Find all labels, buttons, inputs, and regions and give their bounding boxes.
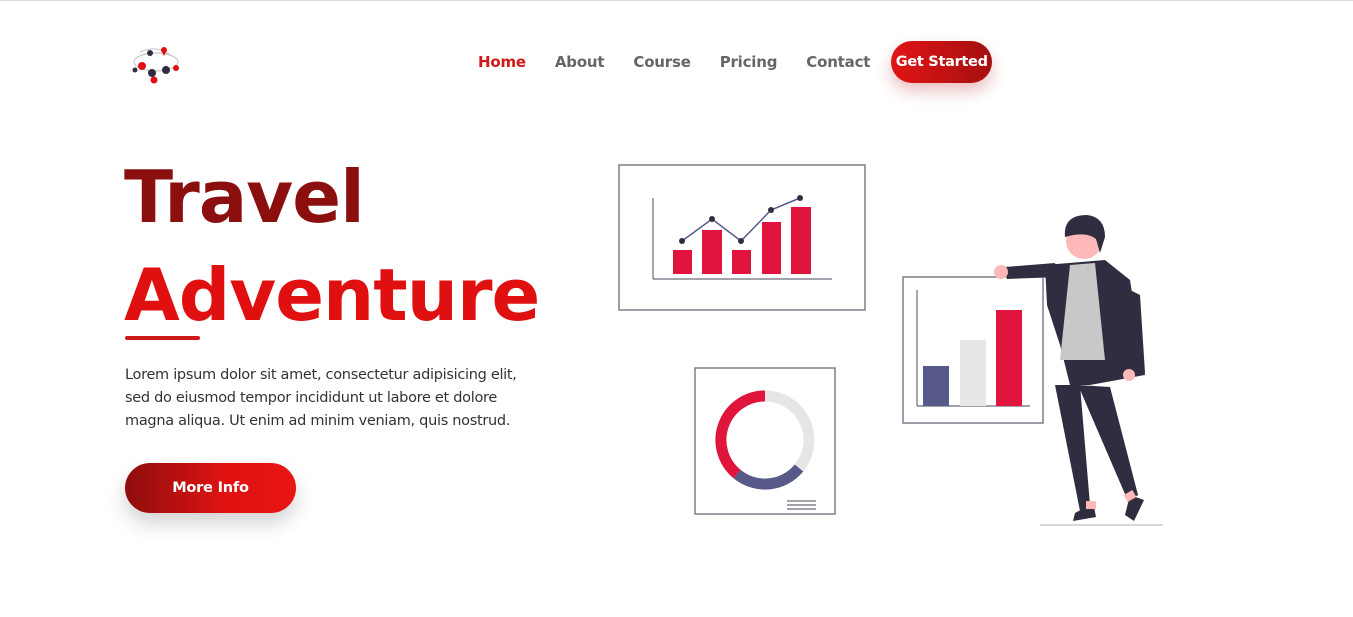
get-started-button[interactable]: Get Started [891,41,993,83]
top-border [0,0,1353,1]
main-nav: Home About Course Pricing Contact Get St… [478,41,993,83]
more-info-button[interactable]: More Info [125,463,296,513]
hero-illustration [610,155,1180,535]
line-bar-chart-card [618,164,866,311]
bar-chart-card [902,276,1044,424]
donut-chart-card [694,367,836,515]
travel-logo-icon[interactable] [126,40,188,90]
hero-title: Travel Adventure [124,148,540,344]
nav-link-about[interactable]: About [555,53,605,71]
nav-link-contact[interactable]: Contact [806,53,870,71]
hero-title-line1: Travel [124,155,365,239]
nav-link-pricing[interactable]: Pricing [720,53,778,71]
nav-link-home[interactable]: Home [478,53,526,71]
nav-link-course[interactable]: Course [633,53,690,71]
title-underline [125,336,200,340]
hero-description: Lorem ipsum dolor sit amet, consectetur … [125,367,517,429]
hero-title-line2: Adventure [124,253,540,337]
